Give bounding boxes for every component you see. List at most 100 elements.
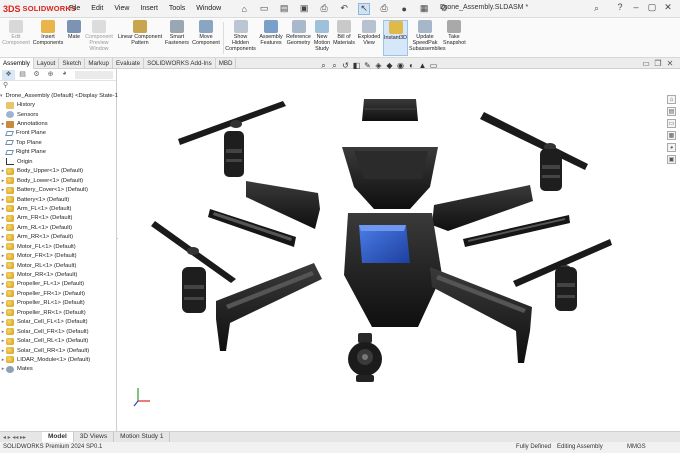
- motor-rl[interactable]: [182, 267, 206, 313]
- tab-layout[interactable]: Layout: [34, 58, 60, 69]
- arm-fl[interactable]: [246, 181, 320, 229]
- tree-item[interactable]: ▸ Solar_Cell_FL<1> (Default): [0, 318, 116, 327]
- move-component-button[interactable]: Move Component: [191, 20, 221, 46]
- edit-component-button[interactable]: Edit Component: [2, 20, 30, 46]
- tab-evaluate[interactable]: Evaluate: [113, 58, 145, 69]
- tree-item[interactable]: ▸ Propeller_RR<1> (Default): [0, 308, 116, 317]
- battery-cover[interactable]: [362, 99, 418, 121]
- menu-window[interactable]: Window: [196, 5, 221, 12]
- mate-button[interactable]: Mate: [66, 20, 82, 40]
- motor-fl[interactable]: [224, 131, 244, 177]
- tab-sketch[interactable]: Sketch: [59, 58, 86, 69]
- tab-assembly[interactable]: Assembly: [0, 58, 34, 69]
- tree-item[interactable]: ▸ LIDAR_Module<1> (Default): [0, 355, 116, 364]
- tree-item[interactable]: ▸ Body_Upper<1> (Default): [0, 167, 116, 176]
- take-snapshot-button[interactable]: Take Snapshot: [443, 20, 466, 46]
- tree-item[interactable]: Right Plane: [0, 148, 116, 157]
- select-pointer-icon[interactable]: ↖: [358, 2, 371, 15]
- rebuild-icon[interactable]: ●: [398, 3, 410, 15]
- save-icon[interactable]: ▣: [298, 3, 310, 15]
- tree-item[interactable]: Front Plane: [0, 129, 116, 138]
- arm-fr[interactable]: [432, 185, 533, 231]
- new-document-icon[interactable]: ▭: [258, 3, 270, 15]
- display-manager-icon[interactable]: ◕: [58, 70, 71, 80]
- tree-item[interactable]: ▸ Propeller_FR<1> (Default): [0, 289, 116, 298]
- menu-file[interactable]: File: [69, 5, 80, 12]
- help-icon[interactable]: ?: [612, 2, 628, 13]
- tree-item[interactable]: ▸ Body_Lower<1> (Default): [0, 176, 116, 185]
- linear-component-pattern-button[interactable]: Linear Component Pattern: [117, 20, 163, 46]
- undo-icon[interactable]: ↶: [338, 3, 350, 15]
- smart-fasteners-button[interactable]: Smart Fasteners: [164, 20, 190, 46]
- tree-item[interactable]: ▸ Arm_RR<1> (Default): [0, 233, 116, 242]
- file-explorer-icon[interactable]: ▭: [667, 119, 676, 128]
- tree-item[interactable]: ▸ Motor_FL<1> (Default): [0, 242, 116, 251]
- solidworks-logo[interactable]: 3DS SOLIDWORKS: [3, 4, 76, 14]
- tree-item[interactable]: ▸ Solar_Cell_RR<1> (Default): [0, 346, 116, 355]
- propeller-fr[interactable]: [480, 112, 588, 170]
- tree-item[interactable]: ▸ Arm_FL<1> (Default): [0, 204, 116, 213]
- tree-item[interactable]: Origin: [0, 157, 116, 166]
- viewport-minimize-icon[interactable]: ▭: [640, 59, 652, 68]
- menu-insert[interactable]: Insert: [140, 5, 158, 12]
- bill-of-materials-button[interactable]: Bill of Materials: [333, 20, 355, 46]
- maximize-icon[interactable]: ▢: [644, 2, 660, 13]
- tree-item[interactable]: ▸ Mates: [0, 365, 116, 374]
- design-library-icon[interactable]: ▤: [667, 107, 676, 116]
- tree-item[interactable]: ▸ Arm_RL<1> (Default): [0, 223, 116, 232]
- collapse-arrow-icon[interactable]: ▾: [0, 93, 3, 99]
- tab-motion-study-1[interactable]: Motion Study 1: [114, 432, 171, 442]
- search-icon[interactable]: ⌕: [594, 3, 599, 14]
- tree-item[interactable]: ▸ Battery_Cover<1> (Default): [0, 185, 116, 194]
- menu-tools[interactable]: Tools: [169, 5, 185, 12]
- new-motion-study-button[interactable]: New Motion Study: [313, 20, 331, 53]
- tab-model[interactable]: Model: [42, 432, 74, 442]
- assembly-features-button[interactable]: Assembly Features: [258, 20, 284, 46]
- solar-cell-fl[interactable]: [208, 209, 296, 247]
- tree-item[interactable]: ▸ Battery<1> (Default): [0, 195, 116, 204]
- body-upper[interactable]: [342, 147, 438, 209]
- print-icon[interactable]: ⎙: [318, 3, 330, 15]
- motor-fr[interactable]: [540, 149, 562, 191]
- featuremanager-tree-icon[interactable]: ❖: [2, 69, 15, 80]
- exploded-drone-model[interactable]: [118, 69, 667, 431]
- tree-root[interactable]: ▾ Drone_Assembly (Default) <Display State…: [0, 91, 121, 100]
- tree-item[interactable]: ▸ Solar_Cell_FR<1> (Default): [0, 327, 116, 336]
- file-properties-icon[interactable]: ▦: [418, 3, 430, 15]
- home-icon[interactable]: ⌂: [238, 3, 250, 15]
- tree-item[interactable]: ▸ Motor_RL<1> (Default): [0, 261, 116, 270]
- motor-rr[interactable]: [555, 267, 577, 311]
- tree-item[interactable]: ▸ Motor_RR<1> (Default): [0, 270, 116, 279]
- status-units[interactable]: MMGS: [627, 444, 646, 450]
- tree-item[interactable]: ▸ Solar_Cell_RL<1> (Default): [0, 336, 116, 345]
- instant3d-button[interactable]: Instant3D: [383, 20, 408, 56]
- tab-3d-views[interactable]: 3D Views: [74, 432, 115, 442]
- tree-item[interactable]: ▸ Motor_FR<1> (Default): [0, 251, 116, 260]
- minimize-icon[interactable]: –: [628, 2, 644, 13]
- print-icon-2[interactable]: ⎙: [378, 3, 390, 15]
- tab-scroll-arrows[interactable]: ◂ ▸ ◂◂ ▸▸: [0, 434, 42, 441]
- reference-geometry-button[interactable]: Reference Geometry: [285, 20, 312, 46]
- tree-item[interactable]: ▸ Propeller_RL<1> (Default): [0, 299, 116, 308]
- viewport-close-icon[interactable]: ✕: [664, 59, 676, 68]
- show-hidden-components-button[interactable]: Show Hidden Components: [225, 20, 256, 53]
- view-palette-icon[interactable]: ▦: [667, 131, 676, 140]
- solidworks-resources-icon[interactable]: ⌂: [667, 95, 676, 104]
- lidar-module[interactable]: [348, 333, 382, 382]
- viewport-restore-icon[interactable]: ❐: [652, 59, 664, 68]
- tree-item[interactable]: Sensors: [0, 110, 116, 119]
- tree-item[interactable]: ▸ Propeller_FL<1> (Default): [0, 280, 116, 289]
- tab-mbd[interactable]: MBD: [216, 58, 237, 69]
- tab-solidworks-add-ins[interactable]: SOLIDWORKS Add-Ins: [144, 58, 216, 69]
- tab-markup[interactable]: Markup: [85, 58, 113, 69]
- graphics-viewport[interactable]: [118, 69, 667, 431]
- menu-view[interactable]: View: [114, 5, 129, 12]
- close-icon[interactable]: ✕: [660, 2, 676, 13]
- tree-item[interactable]: History: [0, 100, 116, 109]
- dimxpert-manager-icon[interactable]: ⊕: [44, 70, 57, 80]
- open-folder-icon[interactable]: ▤: [278, 3, 290, 15]
- configuration-manager-icon[interactable]: ⚙: [30, 70, 43, 80]
- menu-edit[interactable]: Edit: [91, 5, 103, 12]
- insert-components-button[interactable]: Insert Components: [32, 20, 64, 46]
- component-preview-window-button[interactable]: Component Preview Window: [84, 20, 114, 53]
